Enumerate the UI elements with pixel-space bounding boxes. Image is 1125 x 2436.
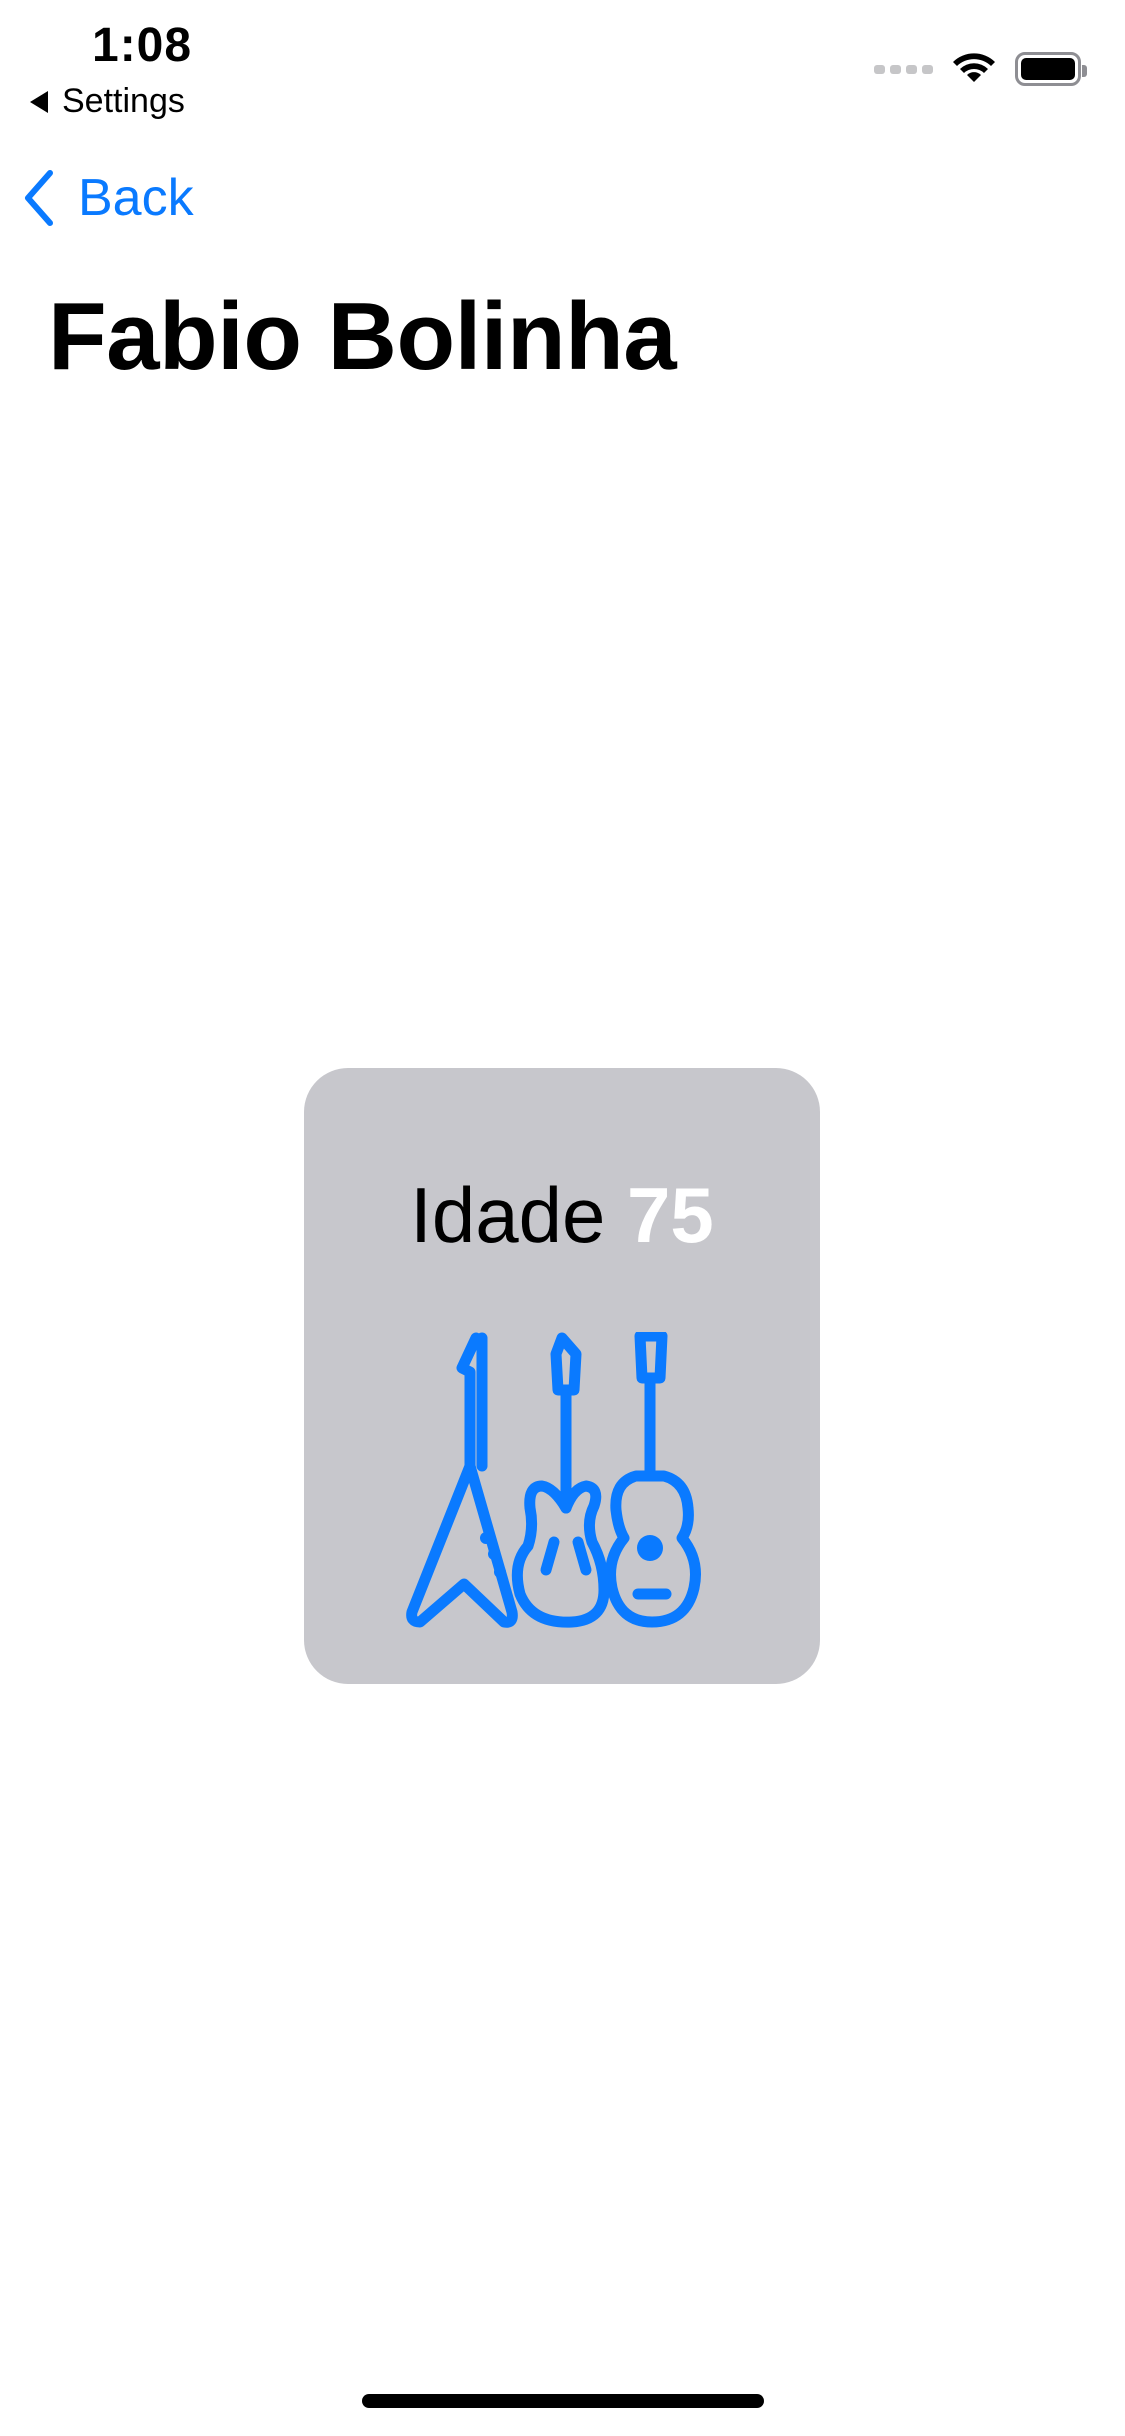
age-row: Idade 75 [304, 1170, 820, 1261]
page-title: Fabio Bolinha [48, 283, 677, 390]
return-to-app-link[interactable]: Settings [30, 82, 185, 121]
age-value: 75 [627, 1171, 714, 1259]
status-time: 1:08 [92, 19, 193, 72]
return-to-app-label: Settings [62, 82, 185, 120]
back-button[interactable]: Back [22, 168, 194, 228]
back-button-label: Back [78, 169, 194, 227]
status-indicators [874, 52, 1087, 86]
screen: 1:08 Settings Back Fabio Bolinha Idade 7… [0, 0, 1125, 2436]
cellular-signal-icon [874, 64, 933, 74]
chevron-left-icon [25, 170, 53, 226]
home-indicator[interactable] [362, 2394, 764, 2408]
age-label: Idade [410, 1171, 606, 1259]
battery-icon [1015, 52, 1087, 86]
back-triangle-icon [30, 90, 48, 113]
guitars-icon [406, 1332, 701, 1628]
wifi-icon [953, 53, 995, 82]
age-card: Idade 75 [304, 1068, 820, 1684]
